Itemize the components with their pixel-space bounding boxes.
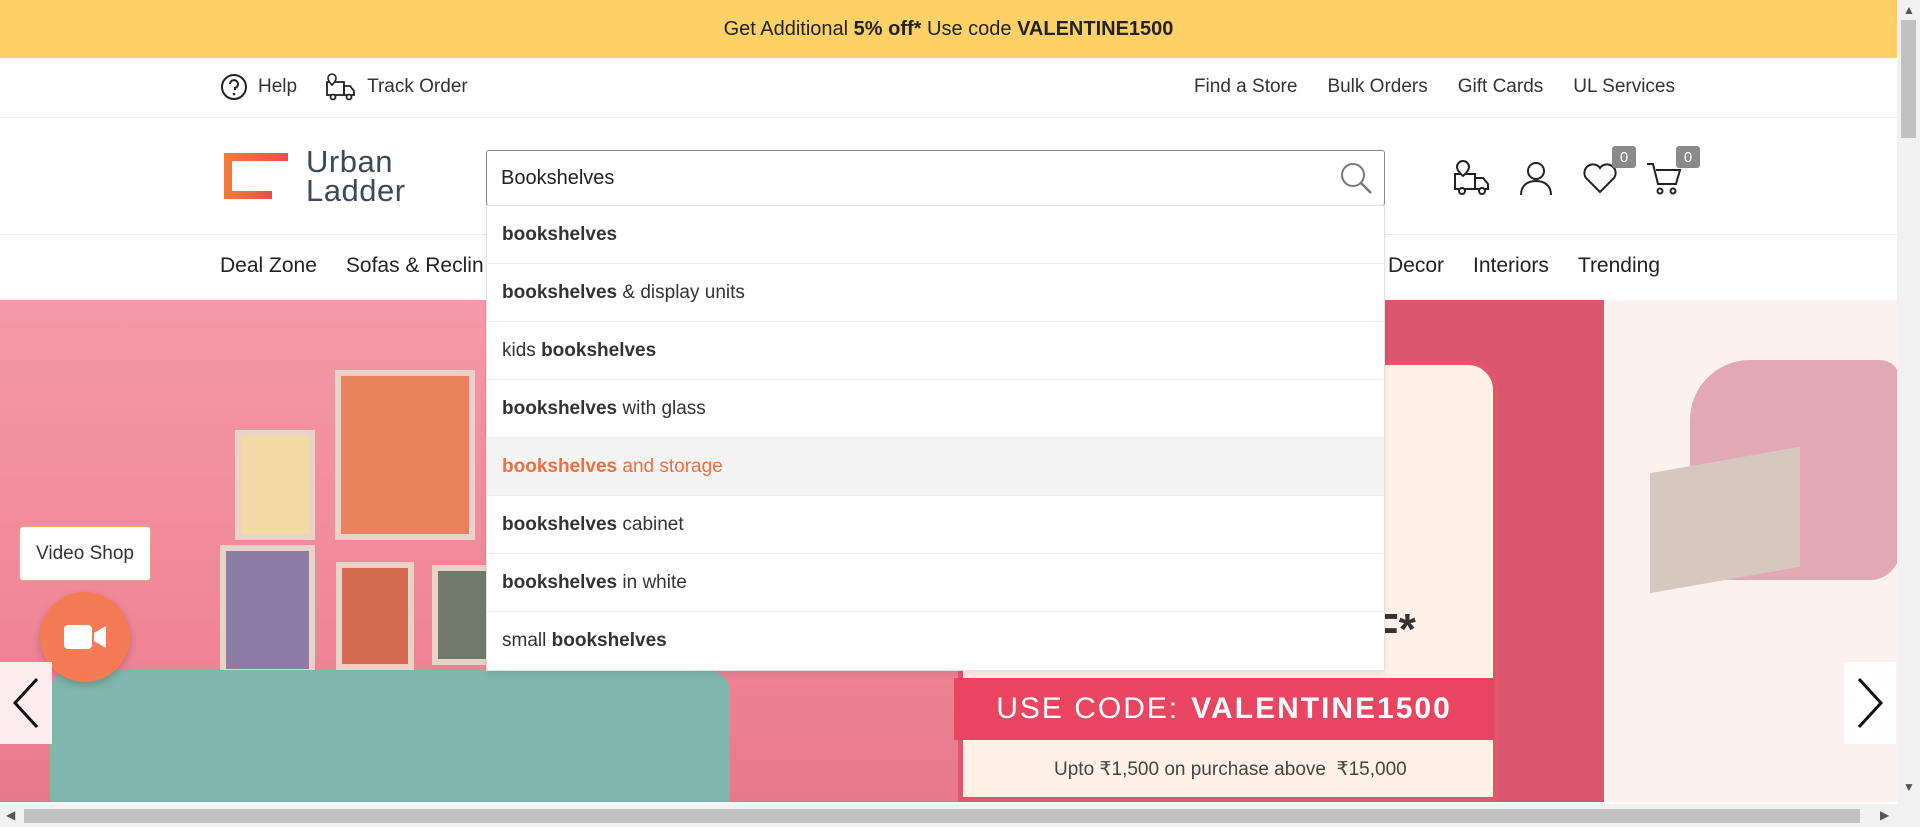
promo-middle: Use code [921,17,1018,40]
wall-frame [336,562,414,670]
search-icon[interactable] [1338,160,1374,196]
video-shop-tooltip[interactable]: Video Shop [19,526,151,581]
carousel-next-button[interactable] [1844,662,1896,744]
scroll-right-icon[interactable]: ▶ [1880,808,1889,822]
suggestion-match: bookshelves [551,630,667,651]
help-label: Help [258,76,298,97]
help-link[interactable]: Help [220,73,297,101]
nav-deal-zone[interactable]: Deal Zone [220,254,317,278]
suggestion-item[interactable]: bookshelves & display units [487,264,1384,322]
search-input[interactable] [501,151,1321,205]
account-button[interactable] [1516,158,1556,198]
nav-trending[interactable]: Trending [1578,254,1660,278]
wall-frame [432,565,492,665]
logo-line-1: Urban [306,144,393,179]
gift-cards-link[interactable]: Gift Cards [1458,76,1544,98]
chevron-right-icon [1857,677,1884,729]
suggestion-item[interactable]: kids bookshelves [487,322,1384,380]
category-nav-right: Decor Interiors Trending [1388,254,1689,278]
urban-ladder-logo[interactable]: Urban Ladder [220,144,406,208]
suggestion-item[interactable]: bookshelves [487,206,1384,264]
logo-mark-icon [224,153,288,199]
scroll-left-icon[interactable]: ◀ [6,808,15,822]
utility-bar: Help Track Order Find a Store Bulk Order… [0,58,1897,118]
find-store-link[interactable]: Find a Store [1194,76,1298,98]
suggestion-match: bookshelves [502,455,618,477]
search-box [486,150,1385,206]
wishlist-count-badge: 0 [1612,146,1636,168]
suggestion-suffix: cabinet [617,513,684,535]
suggestion-match: bookshelves [502,571,618,593]
help-icon [221,74,247,100]
delivery-truck-icon [326,73,355,101]
wishlist-button[interactable]: 0 [1580,146,1636,198]
promo-discount: 5% off* [853,17,922,40]
store-locator-button[interactable] [1452,158,1492,198]
suggestion-suffix: in white [617,571,687,593]
cart-count-badge: 0 [1676,146,1700,168]
track-order-label: Track Order [367,76,468,97]
sofa-image [50,670,730,802]
video-camera-icon [64,625,106,649]
bulk-orders-link[interactable]: Bulk Orders [1327,76,1427,98]
chevron-left-icon [12,677,39,729]
search-suggestions-dropdown: bookshelves bookshelves & display units … [486,205,1385,671]
nav-decor[interactable]: Decor [1388,254,1444,278]
wall-frame [235,430,315,540]
suggestion-prefix: kids [502,339,542,361]
promo-prefix: Get Additional [723,17,854,40]
wall-frame [220,545,315,675]
horizontal-scroll-thumb[interactable] [24,809,1860,823]
suggestion-match: bookshelves [502,281,618,303]
code-label: USE CODE: [996,692,1180,725]
suggestion-suffix: and storage [617,455,723,477]
suggestion-item[interactable]: bookshelves cabinet [487,496,1384,554]
suggestion-item[interactable]: small bookshelves [487,612,1384,670]
video-shop-button[interactable] [40,592,130,682]
track-order-link[interactable]: Track Order [325,72,468,102]
offer-terms: Upto ₹1,500 on purchase above ₹15,000 [1054,759,1407,780]
suggestion-match: bookshelves [502,397,618,419]
ul-services-link[interactable]: UL Services [1573,76,1675,98]
wall-frame [335,370,475,540]
logo-text: Urban Ladder [306,144,406,208]
vertical-scroll-thumb[interactable] [1901,20,1916,138]
vertical-scrollbar[interactable]: ▲ ▼ [1897,0,1920,827]
scroll-down-icon[interactable]: ▼ [1903,780,1915,794]
promo-code: VALENTINE1500 [1017,17,1174,40]
nav-interiors[interactable]: Interiors [1473,254,1549,278]
logo-line-2: Ladder [306,173,406,208]
horizontal-scrollbar[interactable]: ◀ ▶ [0,804,1897,827]
promo-banner: Get Additional 5% off* Use code VALENTIN… [0,0,1897,58]
header-icons: 0 0 [1452,146,1700,198]
code-value: VALENTINE1500 [1191,692,1452,725]
suggestion-item[interactable]: bookshelves in white [487,554,1384,612]
suggestion-match: bookshelves [541,339,657,361]
store-truck-icon [1454,159,1489,195]
nav-sofas[interactable]: Sofas & Reclin [346,254,484,278]
suggestion-match: bookshelves [502,513,618,535]
cart-button[interactable]: 0 [1644,146,1700,198]
suggestion-item[interactable]: bookshelves with glass [487,380,1384,438]
suggestion-prefix: small [502,630,552,651]
carousel-prev-button[interactable] [0,662,52,744]
scroll-up-icon[interactable]: ▲ [1903,3,1915,17]
suggestion-suffix: with glass [617,397,706,419]
suggestion-suffix: & display units [617,281,745,303]
user-icon [1520,162,1552,196]
category-nav: Deal Zone Sofas & Reclin [220,254,513,278]
suggestion-match: bookshelves [502,223,618,245]
promo-code-ribbon: USE CODE: VALENTINE1500 [954,678,1494,740]
suggestion-item-highlighted[interactable]: bookshelves and storage [487,438,1384,496]
